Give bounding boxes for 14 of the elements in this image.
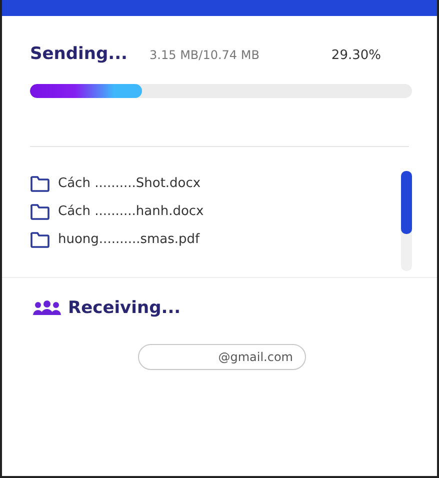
- transfer-size: 3.15 MB/10.74 MB: [150, 48, 260, 62]
- email-field[interactable]: @gmail.com: [138, 344, 306, 370]
- folder-icon: [30, 175, 50, 192]
- folder-icon: [30, 203, 50, 220]
- scrollbar-thumb[interactable]: [401, 171, 412, 234]
- scrollbar[interactable]: [401, 171, 412, 271]
- progress-percent: 29.30%: [331, 48, 381, 63]
- file-name[interactable]: Cách ..........hanh.docx: [58, 204, 204, 219]
- folder-icon: [30, 231, 50, 248]
- people-icon: [32, 300, 62, 316]
- file-name[interactable]: huong..........smas.pdf: [58, 232, 200, 247]
- file-name[interactable]: Cách ..........Shot.docx: [58, 176, 201, 191]
- receiving-title: Receiving...: [68, 298, 181, 318]
- sending-title: Sending...: [30, 44, 128, 64]
